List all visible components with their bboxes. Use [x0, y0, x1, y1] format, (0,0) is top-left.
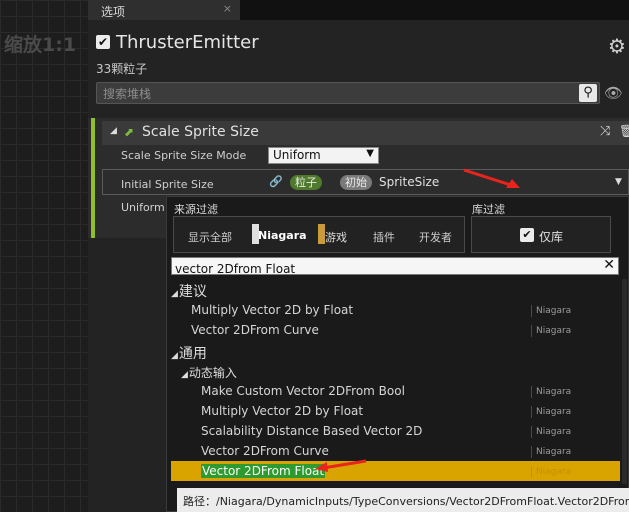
filter-niagara[interactable]: Niagara [258, 229, 307, 242]
subcategory-dynamic-inputs[interactable]: ◢动态输入 [181, 364, 237, 381]
filter-show-all[interactable]: 显示全部 [188, 229, 232, 245]
eye-icon[interactable]: 👁 [604, 84, 623, 102]
sprite-size-mode-value: Uniform [273, 148, 321, 162]
niagara-editor: 缩放1:1 选项 × ✔ ThrusterEmitter ⚙ 33颗粒子 ⚲ 👁… [0, 0, 629, 512]
list-item[interactable]: Multiply Vector 2D by Float Niagara [171, 401, 620, 421]
item-label: Vector 2DFrom Curve [191, 323, 319, 337]
item-source: Niagara [531, 446, 571, 458]
input-dropdown-icon[interactable]: ▼ [615, 177, 622, 187]
collapse-arrow-icon: ◢ [171, 289, 178, 299]
list-item[interactable]: Vector 2DFrom Curve Niagara [171, 320, 620, 340]
list-item[interactable]: Vector 2DFrom Curve Niagara [171, 441, 620, 461]
list-item[interactable]: Multiply Vector 2D by Float Niagara [171, 300, 620, 320]
item-label: Vector 2DFrom Float [201, 464, 326, 478]
list-item[interactable]: Make Custom Vector 2DFrom Bool Niagara [171, 381, 620, 401]
subcategory-label: 动态输入 [188, 366, 237, 380]
search-icon[interactable]: ⚲ [579, 84, 597, 102]
gear-icon[interactable]: ⚙ [608, 34, 626, 58]
item-label: Multiply Vector 2D by Float [201, 404, 364, 418]
sprite-size-mode-select[interactable]: Uniform ▼ [268, 147, 379, 164]
library-only-label: 仅库 [539, 230, 564, 244]
list-item-selected[interactable]: Vector 2DFrom Float Niagara [171, 461, 620, 481]
item-source: Niagara [531, 466, 571, 478]
category-suggested[interactable]: ◢建议 [171, 281, 207, 301]
filter-plugin[interactable]: 插件 [373, 229, 395, 245]
particle-count: 33颗粒子 [96, 62, 148, 76]
stack-search-box: ⚲ [96, 82, 600, 104]
initial-sprite-size-label: Initial Sprite Size [121, 178, 214, 191]
category-general[interactable]: ◢通用 [171, 343, 207, 363]
dynamic-input-menu: 来源过滤 库过滤 显示全部 Niagara 游戏 插件 开发者 ✔ 仅库 ✕ ◢… [166, 196, 629, 512]
tag-particle: 粒子 [290, 175, 322, 190]
stack-search-input[interactable] [97, 84, 567, 104]
initial-sprite-size-row[interactable]: Initial Sprite Size 🔗 粒子 初始 SpriteSize ▼ [102, 169, 629, 195]
uniform-label: Uniform [121, 201, 165, 214]
category-label: 建议 [178, 284, 207, 300]
list-item[interactable]: Scalability Distance Based Vector 2D Nia… [171, 421, 620, 441]
source-filter-group: 显示全部 Niagara 游戏 插件 开发者 [173, 216, 465, 253]
emitter-title: ThrusterEmitter [116, 32, 259, 53]
source-filter-label: 来源过滤 [174, 203, 218, 216]
filter-developer[interactable]: 开发者 [419, 229, 452, 245]
shuffle-icon[interactable]: ⤨ [600, 124, 610, 139]
tab-options-label: 选项 [101, 5, 126, 19]
viewport-panel[interactable]: 缩放1:1 [0, 0, 88, 512]
link-icon: 🔗 [269, 175, 283, 188]
library-filter-group: ✔ 仅库 [471, 216, 611, 253]
item-label: Multiply Vector 2D by Float [191, 303, 354, 317]
library-filter-label: 库过滤 [472, 203, 505, 216]
item-label: Vector 2DFrom Curve [201, 444, 329, 458]
collapse-arrow-icon[interactable]: ◢ [110, 126, 117, 136]
menu-search-input[interactable] [172, 261, 592, 277]
annotation-arrow [463, 168, 520, 188]
item-label: Scalability Distance Based Vector 2D [201, 424, 423, 438]
filter-game[interactable]: 游戏 [325, 229, 347, 245]
viewport-zoom-label: 缩放1:1 [4, 34, 77, 56]
game-color-chip [318, 224, 325, 244]
menu-search-box: ✕ [171, 257, 619, 277]
item-source: Niagara [531, 426, 571, 438]
item-source: Niagara [531, 386, 571, 398]
annotation-arrow [315, 459, 367, 472]
emitter-enabled-checkbox[interactable]: ✔ [96, 35, 110, 49]
category-label: 通用 [178, 346, 207, 362]
tab-strip: 选项 × [88, 0, 629, 20]
library-only-checkbox[interactable]: ✔ [520, 228, 534, 242]
collapse-arrow-icon: ◢ [171, 351, 178, 361]
item-source: Niagara [531, 325, 571, 337]
item-source: Niagara [531, 406, 571, 418]
clear-icon[interactable]: ✕ [603, 257, 615, 273]
tag-initial: 初始 [340, 175, 372, 190]
menu-scrollbar[interactable] [622, 279, 627, 484]
sprite-size-mode-label: Scale Sprite Size Mode [121, 149, 247, 162]
module-accent-bar [91, 118, 95, 238]
trash-icon[interactable]: 🗑 [619, 124, 629, 138]
item-source: Niagara [531, 305, 571, 317]
module-title: Scale Sprite Size [142, 124, 259, 140]
path-tooltip: 路径：/Niagara/DynamicInputs/TypeConversion… [177, 488, 629, 512]
module-icon: ⬈ [124, 125, 135, 139]
module-header[interactable]: ◢ ⬈ Scale Sprite Size ⤨ 🗑 [102, 121, 629, 145]
collapse-arrow-icon: ◢ [181, 370, 188, 380]
tab-close-icon[interactable]: × [223, 2, 232, 15]
tab-options[interactable]: 选项 × [88, 0, 240, 20]
initial-sprite-size-value: SpriteSize [379, 175, 440, 189]
item-label: Make Custom Vector 2DFrom Bool [201, 384, 405, 398]
chevron-down-icon: ▼ [366, 148, 374, 159]
